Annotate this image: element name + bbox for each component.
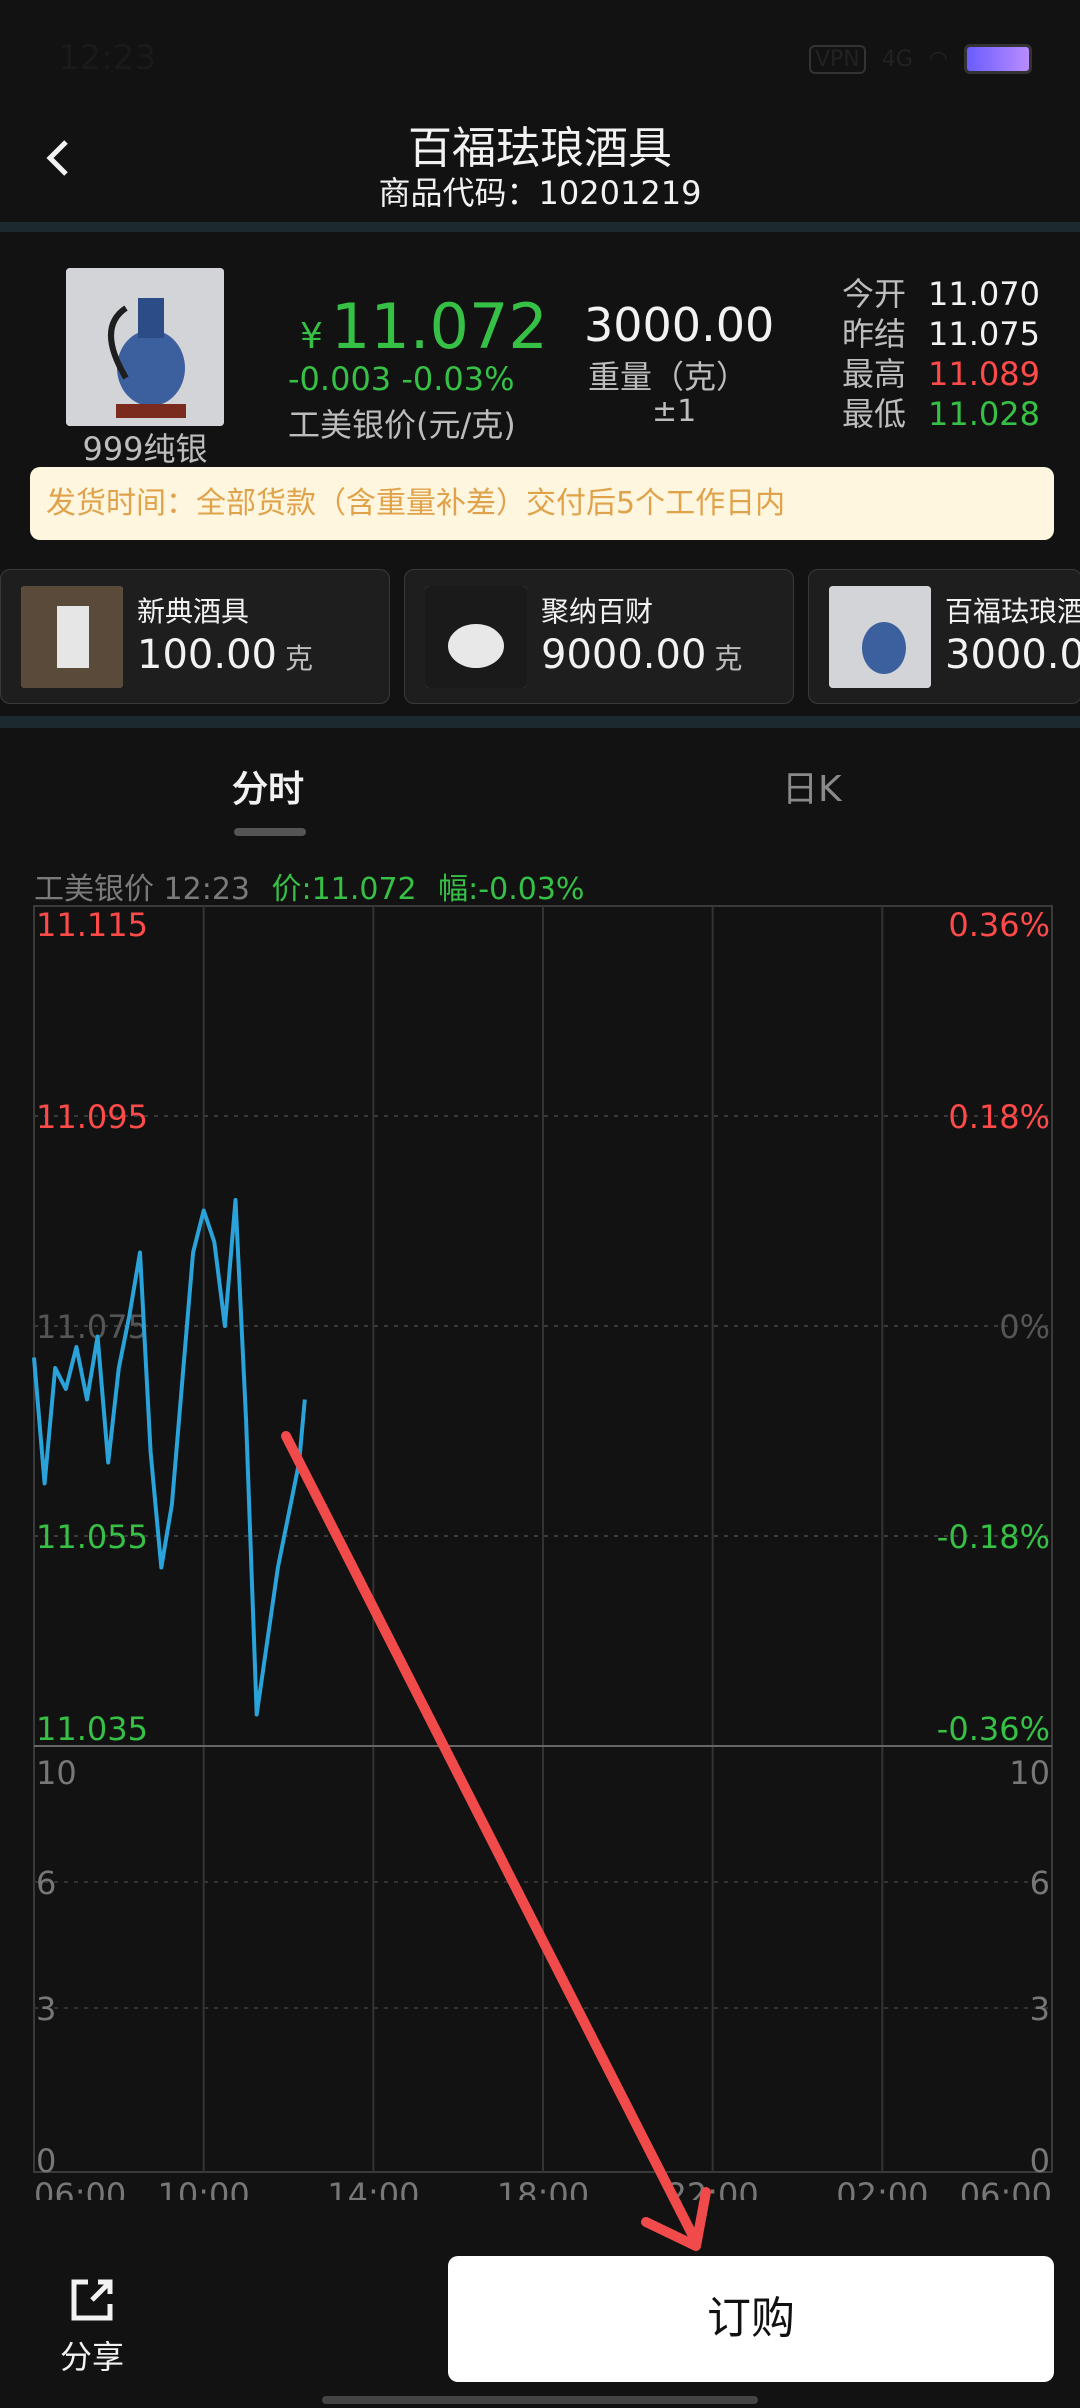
price-line bbox=[32, 1198, 307, 1717]
x-tick-label: 06:00 bbox=[960, 2176, 1052, 2200]
price-stats: 今开 11.070 昨结 11.075 最高 11.089 最低 11.028 bbox=[842, 274, 1040, 434]
intraday-chart: 11.115 0.36%11.095 0.18%11.075 0%11.055 -0.1… bbox=[32, 905, 1053, 2200]
stat-open: 今开 11.070 bbox=[842, 275, 1040, 313]
y-tick-label: 11.055 bbox=[36, 1518, 148, 1556]
product-thumbnail bbox=[66, 268, 224, 426]
weight-value: 3000.00 bbox=[584, 298, 775, 352]
weight-label: 重量（克） bbox=[588, 358, 749, 396]
wifi-icon: ◠ bbox=[928, 46, 948, 72]
weight-tolerance: ±1 bbox=[652, 394, 697, 429]
product-card[interactable]: 百福珐琅酒 3000.0 bbox=[808, 569, 1080, 704]
y-tick-label-pct: -0.36% bbox=[937, 1710, 1050, 1748]
product-card[interactable]: 新典酒具 100.00 克 bbox=[0, 569, 390, 704]
tab-daily-k[interactable]: 日K bbox=[782, 760, 842, 812]
vpn-icon: VPN bbox=[808, 44, 866, 74]
y-tick-label-pct: 0% bbox=[999, 1308, 1050, 1346]
volume-tick-label: 6 bbox=[36, 1864, 56, 1902]
status-time: 12:23 bbox=[58, 38, 156, 78]
product-card-image bbox=[829, 586, 931, 688]
delivery-notice: 发货时间：全部货款（含重量补差）交付后5个工作日内 bbox=[30, 467, 1054, 540]
volume-tick-label: 10 bbox=[36, 1754, 77, 1792]
price-value: 11.072 bbox=[330, 290, 548, 363]
volume-tick-label: 3 bbox=[36, 1990, 56, 2028]
header-divider bbox=[0, 222, 1080, 232]
x-tick-label: 18:00 bbox=[497, 2176, 589, 2200]
product-card-image bbox=[21, 586, 123, 688]
y-tick-label: 11.035 bbox=[36, 1710, 148, 1748]
home-indicator bbox=[322, 2396, 758, 2404]
page-title: 百福珐琅酒具 bbox=[408, 123, 672, 174]
stat-prev-settle: 昨结 11.075 bbox=[842, 315, 1040, 353]
x-tick-label: 14:00 bbox=[327, 2176, 419, 2200]
volume-tick-label-right: 10 bbox=[1009, 1754, 1050, 1792]
price-label: 工美银价(元/克) bbox=[288, 406, 516, 444]
thumbnail-caption: 999纯银 bbox=[82, 430, 208, 468]
battery-icon bbox=[964, 44, 1032, 74]
stat-high: 最高 11.089 bbox=[842, 355, 1040, 393]
x-tick-label: 06:00 bbox=[34, 2176, 126, 2200]
x-tick-label: 10:00 bbox=[158, 2176, 250, 2200]
product-card[interactable]: 聚纳百财 9000.00 克 bbox=[404, 569, 794, 704]
tab-active-indicator bbox=[234, 828, 306, 836]
carousel-divider bbox=[0, 716, 1080, 728]
product-card-amount: 100.00 克 bbox=[137, 632, 313, 678]
y-tick-label: 11.115 bbox=[36, 906, 148, 944]
jug-image-icon bbox=[21, 586, 123, 688]
jug-image-icon bbox=[66, 268, 224, 426]
volume-tick-label-right: 0 bbox=[1030, 2142, 1050, 2180]
status-icons: VPN 4G ◠ bbox=[808, 44, 1032, 74]
y-tick-label-pct: 0.18% bbox=[948, 1098, 1050, 1136]
y-tick-label: 11.095 bbox=[36, 1098, 148, 1136]
volume-tick-label-right: 3 bbox=[1030, 1990, 1050, 2028]
signal-icon: 4G bbox=[881, 46, 913, 72]
order-button[interactable]: 订购 bbox=[448, 2256, 1054, 2382]
product-card-amount: 3000.0 bbox=[945, 632, 1080, 678]
price-change: -0.003 -0.03% bbox=[288, 360, 515, 398]
product-card-image bbox=[425, 586, 527, 688]
share-label: 分享 bbox=[59, 2338, 124, 2376]
share-button[interactable]: 分享 bbox=[52, 2272, 132, 2376]
volume-tick-label: 0 bbox=[36, 2142, 56, 2180]
current-price: ¥11.072 bbox=[300, 290, 548, 363]
product-code: 商品代码：10201219 bbox=[378, 174, 702, 212]
x-tick-label: 02:00 bbox=[836, 2176, 928, 2200]
share-icon bbox=[71, 2279, 113, 2321]
jug-image-icon bbox=[829, 586, 931, 688]
volume-tick-label-right: 6 bbox=[1030, 1864, 1050, 1902]
y-tick-label-pct: -0.18% bbox=[937, 1518, 1050, 1556]
product-card-name: 百福珐琅酒 bbox=[945, 595, 1080, 628]
figurine-image-icon bbox=[425, 586, 527, 688]
stat-low: 最低 11.028 bbox=[842, 395, 1040, 433]
x-tick-label: 22:00 bbox=[667, 2176, 759, 2200]
tab-intraday[interactable]: 分时 bbox=[232, 760, 304, 812]
product-card-amount: 9000.00 克 bbox=[541, 632, 743, 678]
currency-symbol: ¥ bbox=[300, 316, 323, 357]
y-tick-label-pct: 0.36% bbox=[948, 906, 1050, 944]
product-card-name: 新典酒具 bbox=[137, 595, 250, 628]
product-card-name: 聚纳百财 bbox=[541, 595, 654, 628]
